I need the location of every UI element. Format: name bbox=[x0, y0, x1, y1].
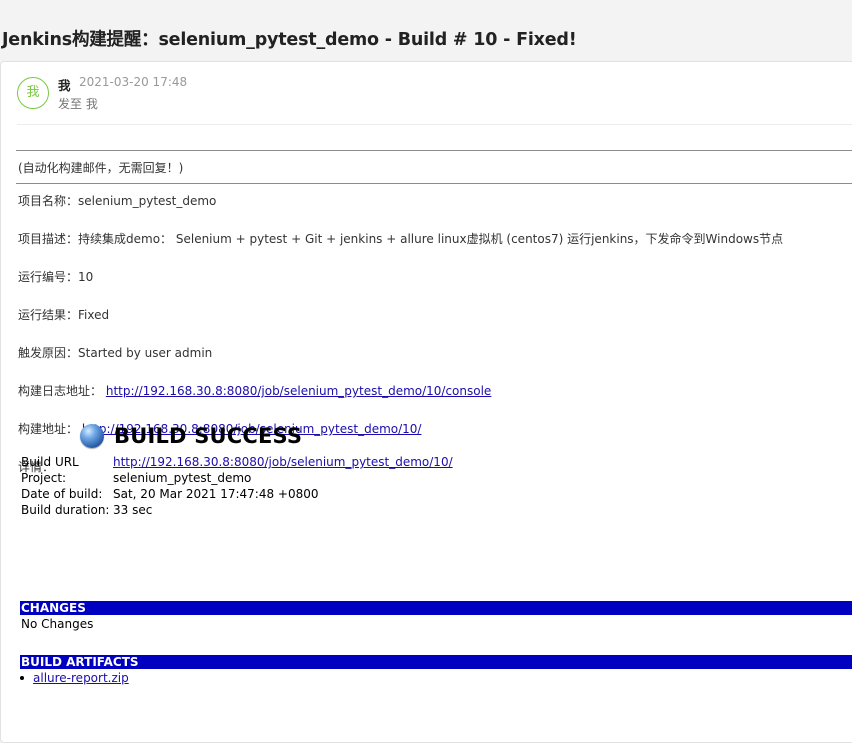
build-url-label: 构建地址： bbox=[18, 422, 79, 436]
info-row-build-url: Build URL http://192.168.30.8:8080/job/s… bbox=[21, 454, 453, 470]
build-number-label: 运行编号： bbox=[18, 270, 79, 284]
project-name-row: 项目名称：selenium_pytest_demo bbox=[18, 193, 216, 209]
info-row-date: Date of build: Sat, 20 Mar 2021 17:47:48… bbox=[21, 486, 453, 502]
recipient-line[interactable]: 发至 我 bbox=[58, 95, 98, 112]
sender-avatar[interactable]: 我 bbox=[17, 77, 49, 109]
info-row-duration: Build duration: 33 sec bbox=[21, 502, 453, 518]
artifact-list-item: allure-report.zip bbox=[20, 671, 129, 685]
build-status-heading: BUILD SUCCESS bbox=[80, 422, 302, 450]
info-key: Project: bbox=[21, 471, 67, 485]
log-url-row: 构建日志地址： http://192.168.30.8:8080/job/sel… bbox=[18, 383, 491, 399]
log-url-label: 构建日志地址： bbox=[18, 384, 103, 398]
project-name-label: 项目名称： bbox=[18, 194, 79, 208]
info-row-project: Project: selenium_pytest_demo bbox=[21, 470, 453, 486]
info-key: Build duration: bbox=[21, 503, 110, 517]
project-desc-row: 项目描述：持续集成demo： Selenium + pytest + Git +… bbox=[18, 231, 783, 247]
bullet-icon bbox=[20, 676, 24, 680]
info-key: Build URL bbox=[21, 455, 79, 469]
changes-text: No Changes bbox=[21, 617, 94, 631]
trigger-label: 触发原因： bbox=[18, 346, 79, 360]
blue-ball-icon bbox=[80, 424, 104, 448]
trigger-value: Started by user admin bbox=[78, 346, 213, 360]
sender-name[interactable]: 我 bbox=[58, 75, 71, 94]
build-status-title: BUILD SUCCESS bbox=[114, 424, 303, 448]
report-build-url-link[interactable]: http://192.168.30.8:8080/job/selenium_py… bbox=[113, 454, 453, 470]
info-value: selenium_pytest_demo bbox=[113, 471, 252, 485]
send-datetime: 2021-03-20 17:48 bbox=[79, 75, 188, 89]
trigger-row: 触发原因：Started by user admin bbox=[18, 345, 212, 361]
artifacts-header: BUILD ARTIFACTS bbox=[20, 655, 852, 669]
info-key: Date of build: bbox=[21, 487, 103, 501]
email-subject: Jenkins构建提醒：selenium_pytest_demo - Build… bbox=[2, 30, 577, 50]
project-desc-value: 持续集成demo： Selenium + pytest + Git + jenk… bbox=[78, 232, 784, 246]
top-rule bbox=[16, 150, 852, 151]
artifact-link[interactable]: allure-report.zip bbox=[33, 671, 129, 685]
build-result-label: 运行结果： bbox=[18, 308, 79, 322]
info-value: Sat, 20 Mar 2021 17:47:48 +0800 bbox=[113, 487, 319, 501]
log-url-link[interactable]: http://192.168.30.8:8080/job/selenium_py… bbox=[106, 384, 491, 398]
build-result-value: Fixed bbox=[78, 308, 110, 322]
project-desc-label: 项目描述： bbox=[18, 232, 79, 246]
info-value: 33 sec bbox=[113, 503, 153, 517]
project-name-value: selenium_pytest_demo bbox=[78, 194, 217, 208]
build-info-table: Build URL http://192.168.30.8:8080/job/s… bbox=[21, 454, 453, 518]
changes-header: CHANGES bbox=[20, 601, 852, 615]
auto-mail-notice: (自动化构建邮件，无需回复！) bbox=[18, 161, 184, 175]
header-divider bbox=[17, 124, 852, 125]
notice-rule bbox=[16, 183, 852, 184]
build-number-row: 运行编号：10 bbox=[18, 269, 93, 285]
build-number-value: 10 bbox=[78, 270, 94, 284]
build-result-row: 运行结果：Fixed bbox=[18, 307, 109, 323]
